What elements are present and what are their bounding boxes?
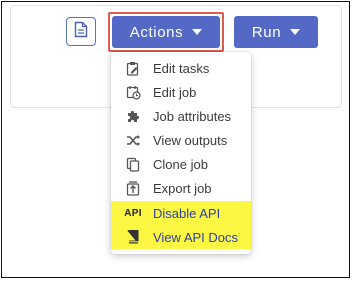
export-icon: [123, 180, 143, 196]
run-label: Run: [251, 23, 282, 41]
puzzle-icon: [123, 109, 143, 124]
menu-item-export-job[interactable]: Export job: [111, 176, 251, 200]
menu-item-disable-api[interactable]: API Disable API: [111, 201, 251, 225]
menu-item-label: Disable API: [153, 205, 221, 221]
run-button[interactable]: Run: [234, 16, 318, 48]
actions-dropdown-menu: Edit tasks Edit job Job attributes View …: [111, 52, 251, 254]
menu-item-edit-job[interactable]: Edit job: [111, 80, 251, 104]
clipboard-edit-icon: [123, 61, 143, 76]
menu-item-job-attributes[interactable]: Job attributes: [111, 104, 251, 128]
menu-item-label: Edit job: [153, 84, 197, 100]
shuffle-icon: [123, 134, 143, 147]
menu-item-clone-job[interactable]: Clone job: [111, 152, 251, 176]
book-icon: [123, 230, 143, 244]
menu-item-label: View API Docs: [153, 229, 239, 245]
copy-icon: [123, 157, 143, 172]
caret-down-icon: [192, 29, 203, 35]
menu-item-label: Export job: [153, 180, 212, 196]
caret-down-icon: [290, 29, 301, 35]
document-icon: [74, 21, 88, 43]
menu-item-label: Edit tasks: [153, 60, 210, 76]
document-button[interactable]: [66, 17, 96, 46]
api-tag: API: [124, 207, 142, 219]
menu-item-label: Job attributes: [153, 108, 232, 124]
menu-item-edit-tasks[interactable]: Edit tasks: [111, 56, 251, 80]
calendar-clock-icon: [123, 85, 143, 100]
actions-button[interactable]: Actions: [112, 16, 220, 48]
menu-item-label: Clone job: [153, 156, 208, 172]
menu-item-view-outputs[interactable]: View outputs: [111, 128, 251, 152]
menu-item-view-api-docs[interactable]: View API Docs: [111, 225, 251, 249]
menu-item-label: View outputs: [153, 132, 228, 148]
actions-label: Actions: [129, 23, 184, 41]
